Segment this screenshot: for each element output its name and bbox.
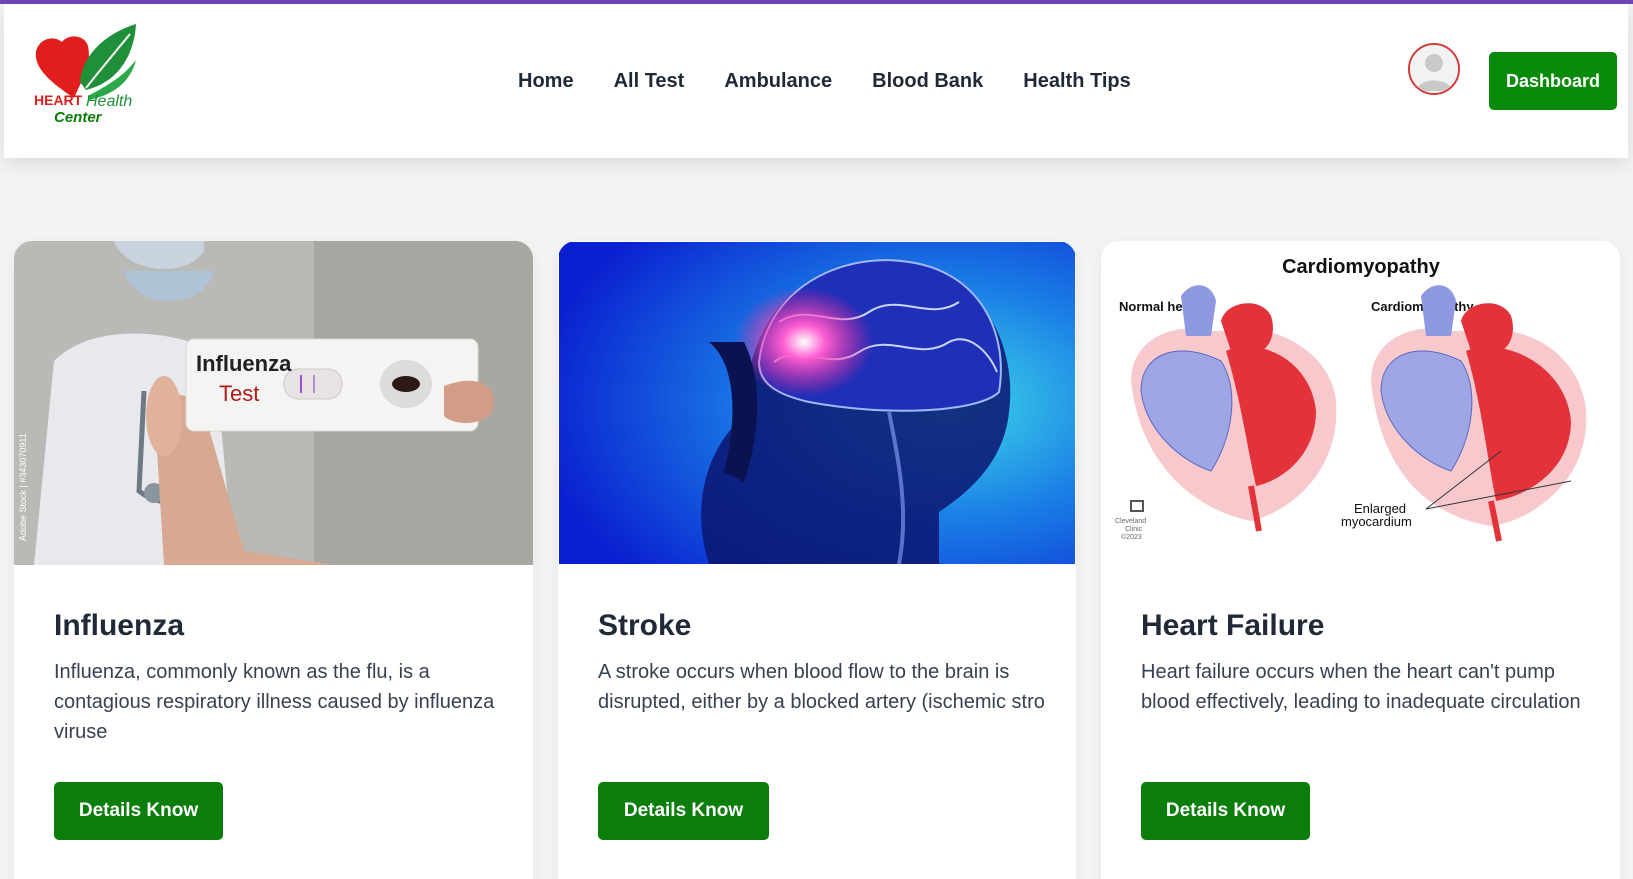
details-know-button[interactable]: Details Know <box>598 782 769 840</box>
dashboard-button[interactable]: Dashboard <box>1489 52 1617 110</box>
nav-ambulance[interactable]: Ambulance <box>724 70 832 93</box>
nav-blood-bank[interactable]: Blood Bank <box>872 70 983 93</box>
influenza-image: Influenza Test Adobe Stock | #343070911 <box>14 241 533 565</box>
nav-home[interactable]: Home <box>518 70 574 93</box>
logo-text-center: Center <box>54 109 103 126</box>
cardiomyopathy-heading: Cardiomyopathy <box>1282 256 1441 278</box>
credit-cleveland: Cleveland <box>1115 518 1146 525</box>
stroke-image <box>559 242 1075 566</box>
details-know-button[interactable]: Details Know <box>1141 782 1310 840</box>
logo-text-heart: HEART <box>34 92 83 108</box>
card-title: Stroke <box>598 609 692 642</box>
navbar: HEART Health Center Home All Test Ambula… <box>4 4 1628 158</box>
card-stroke: Stroke A stroke occurs when blood flow t… <box>558 241 1076 879</box>
card-title: Influenza <box>54 609 185 642</box>
influenza-image-text: Influenza <box>196 351 292 376</box>
card-title: Heart Failure <box>1141 609 1325 642</box>
main-nav: Home All Test Ambulance Blood Bank Healt… <box>518 70 1171 93</box>
user-avatar-icon[interactable] <box>1408 43 1460 95</box>
details-know-button[interactable]: Details Know <box>54 782 223 840</box>
brand-logo[interactable]: HEART Health Center <box>30 20 150 132</box>
card-description: A stroke occurs when blood flow to the b… <box>598 661 1045 713</box>
card-influenza: Influenza Test Adobe Stock | #343070911 … <box>14 241 533 879</box>
myocardium-label: myocardium <box>1341 514 1412 529</box>
nav-health-tips[interactable]: Health Tips <box>1023 70 1130 93</box>
credit-year: ©2023 <box>1121 533 1142 541</box>
nav-all-test[interactable]: All Test <box>614 70 685 93</box>
card-heart-failure: Cardiomyopathy Normal heart Cardiomyopat… <box>1101 241 1620 879</box>
test-image-text: Test <box>219 381 259 406</box>
card-description: Heart failure occurs when the heart can'… <box>1141 661 1581 713</box>
logo-text-health: Health <box>86 93 132 110</box>
heart-failure-image: Cardiomyopathy Normal heart Cardiomyopat… <box>1101 241 1620 565</box>
credit-clinic: Clinic <box>1125 526 1143 533</box>
card-description: Influenza, commonly known as the flu, is… <box>54 661 495 743</box>
image-watermark: Adobe Stock | #343070911 <box>18 433 28 541</box>
